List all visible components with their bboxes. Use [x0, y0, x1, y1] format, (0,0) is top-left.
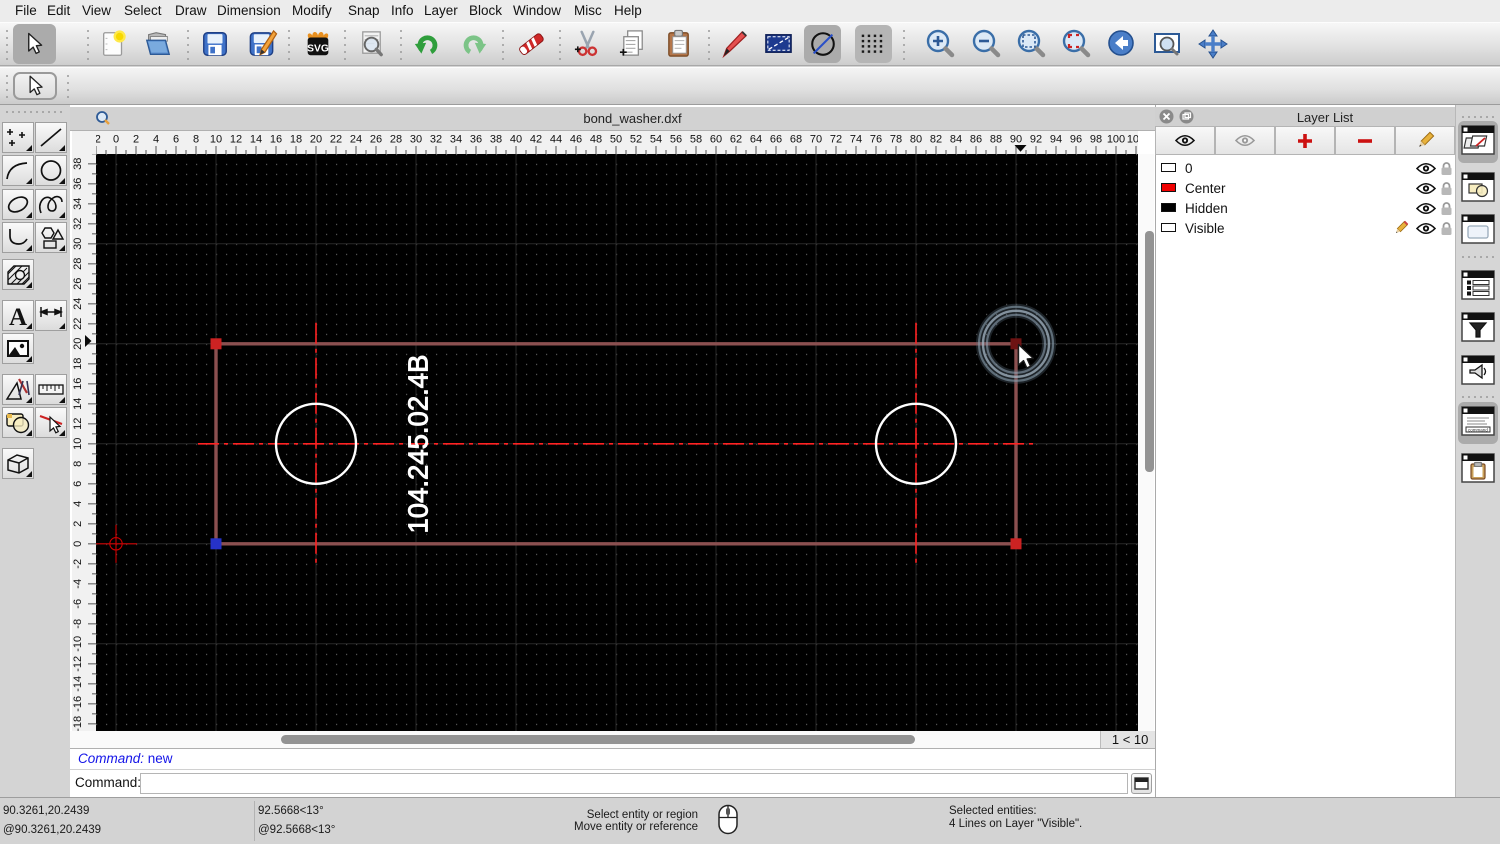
svg-text:6: 6 — [72, 481, 84, 487]
svg-text:56: 56 — [670, 134, 682, 146]
svg-text:-6: -6 — [72, 599, 84, 609]
svg-text:SVG: SVG — [307, 44, 329, 55]
svg-text:20: 20 — [72, 338, 84, 350]
svg-text:74: 74 — [850, 134, 862, 146]
svg-text:-2: -2 — [72, 559, 84, 569]
svg-text:4: 4 — [72, 501, 84, 507]
svg-text:42: 42 — [530, 134, 542, 146]
svg-text:18: 18 — [72, 358, 84, 370]
svg-text:-8: -8 — [72, 619, 84, 629]
svg-text:14: 14 — [72, 398, 84, 410]
svg-text:26: 26 — [370, 134, 382, 146]
svg-text:100: 100 — [1107, 134, 1125, 146]
svg-text:66: 66 — [770, 134, 782, 146]
svg-text:22: 22 — [330, 134, 342, 146]
svg-text:-4: -4 — [72, 579, 84, 589]
svg-text:-14: -14 — [72, 676, 84, 692]
svg-text:58: 58 — [690, 134, 702, 146]
svg-text:6: 6 — [173, 134, 179, 146]
svg-text:12: 12 — [230, 134, 242, 146]
svg-text:46: 46 — [570, 134, 582, 146]
svg-text:60: 60 — [710, 134, 722, 146]
svg-text:-10: -10 — [72, 636, 84, 652]
svg-text:88: 88 — [990, 134, 1002, 146]
svg-text:32: 32 — [72, 218, 84, 230]
svg-text:50: 50 — [610, 134, 622, 146]
svg-text:92: 92 — [1030, 134, 1042, 146]
svg-text:28: 28 — [72, 258, 84, 270]
svg-text:16: 16 — [270, 134, 282, 146]
svg-text:90: 90 — [1010, 134, 1022, 146]
svg-text:34: 34 — [72, 198, 84, 210]
svg-text:34: 34 — [450, 134, 462, 146]
svg-text:78: 78 — [890, 134, 902, 146]
svg-text:10: 10 — [72, 438, 84, 450]
svg-text:0: 0 — [113, 134, 119, 146]
svg-text:68: 68 — [790, 134, 802, 146]
svg-text:22: 22 — [72, 318, 84, 330]
svg-text:2: 2 — [133, 134, 139, 146]
svg-text:82: 82 — [930, 134, 942, 146]
svg-text:10: 10 — [210, 134, 222, 146]
svg-text:62: 62 — [730, 134, 742, 146]
svg-text:28: 28 — [390, 134, 402, 146]
svg-text:26: 26 — [72, 278, 84, 290]
svg-text:20: 20 — [310, 134, 322, 146]
svg-text:command: command — [1468, 427, 1488, 432]
svg-text:24: 24 — [72, 298, 84, 310]
svg-text:12: 12 — [72, 418, 84, 430]
svg-text:8: 8 — [193, 134, 199, 146]
svg-text:18: 18 — [290, 134, 302, 146]
svg-text:38: 38 — [72, 158, 84, 170]
svg-text:84: 84 — [950, 134, 962, 146]
svg-text:36: 36 — [72, 178, 84, 190]
svg-text:86: 86 — [970, 134, 982, 146]
svg-text:48: 48 — [590, 134, 602, 146]
svg-text:-12: -12 — [72, 656, 84, 672]
svg-text:76: 76 — [870, 134, 882, 146]
svg-text:44: 44 — [550, 134, 562, 146]
svg-text:38: 38 — [490, 134, 502, 146]
svg-text:64: 64 — [750, 134, 762, 146]
svg-text:72: 72 — [830, 134, 842, 146]
svg-text:30: 30 — [72, 238, 84, 250]
svg-text:24: 24 — [350, 134, 362, 146]
svg-text:54: 54 — [650, 134, 662, 146]
svg-text:102: 102 — [1127, 134, 1138, 146]
svg-text:14: 14 — [250, 134, 262, 146]
svg-text:4: 4 — [153, 134, 159, 146]
svg-text:-18: -18 — [72, 716, 84, 731]
svg-text:80: 80 — [910, 134, 922, 146]
svg-text:-2: -2 — [96, 134, 101, 146]
svg-text:94: 94 — [1050, 134, 1062, 146]
svg-text:104.245.02.4B: 104.245.02.4B — [403, 355, 434, 534]
svg-text:32: 32 — [430, 134, 442, 146]
svg-text:40: 40 — [510, 134, 522, 146]
svg-text:-16: -16 — [72, 696, 84, 712]
svg-text:0: 0 — [72, 541, 84, 547]
svg-text:2: 2 — [72, 521, 84, 527]
svg-text:98: 98 — [1090, 134, 1102, 146]
svg-text:30: 30 — [410, 134, 422, 146]
svg-text:70: 70 — [810, 134, 822, 146]
svg-text:8: 8 — [72, 461, 84, 467]
svg-text:52: 52 — [630, 134, 642, 146]
svg-text:A: A — [9, 304, 27, 330]
svg-text:36: 36 — [470, 134, 482, 146]
svg-text:96: 96 — [1070, 134, 1082, 146]
svg-text:16: 16 — [72, 378, 84, 390]
